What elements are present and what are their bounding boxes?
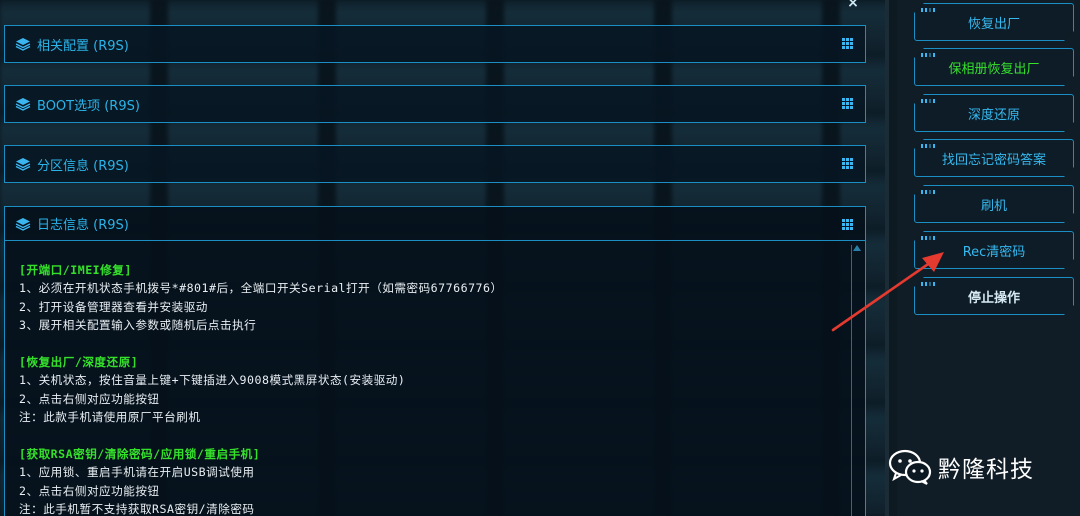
indicator-icon	[921, 144, 935, 148]
button-label: 恢复出厂	[967, 16, 1020, 32]
panel-title: BOOT选项 (R9S)	[37, 98, 140, 114]
log-line: 1、必须在开机状态手机拨号*#801#后，全端口开关Serial打开（如需密码6…	[19, 281, 503, 296]
annotation-arrow-icon	[831, 252, 944, 332]
close-icon[interactable]: ×	[846, 0, 860, 10]
panel-related-config[interactable]: 相关配置 (R9S)	[4, 25, 866, 63]
log-panel: 日志信息 (R9S) [开端口/IMEI修复] 1、必须在开机状态手机拨号*#8…	[4, 206, 866, 516]
button-label: 深度还原	[967, 107, 1020, 123]
button-label: Rec清密码	[962, 244, 1026, 260]
panel-partition-info[interactable]: 分区信息 (R9S)	[4, 145, 866, 183]
log-section-heading: [恢复出厂/深度还原]	[19, 355, 139, 370]
indicator-icon	[921, 53, 935, 57]
log-line: 注：此手机暂不支持获取RSA密钥/清除密码	[19, 502, 255, 516]
keep-photos-reset-button[interactable]: 保相册恢复出厂	[914, 48, 1074, 86]
layers-icon	[15, 98, 31, 111]
log-line: 1、应用锁、重启手机请在开启USB调试使用	[19, 465, 255, 480]
indicator-icon	[921, 99, 935, 103]
grid-icon[interactable]	[842, 219, 855, 230]
log-panel-header[interactable]: 日志信息 (R9S)	[5, 207, 865, 241]
watermark: 黔隆科技	[888, 449, 1034, 485]
log-line: 3、展开相关配置输入参数或随机后点击执行	[19, 318, 257, 333]
button-label: 刷机	[980, 198, 1007, 214]
button-label: 找回忘记密码答案	[941, 152, 1046, 168]
log-section-heading: [获取RSA密钥/清除密码/应用锁/重启手机]	[19, 447, 261, 462]
watermark-text: 黔隆科技	[938, 457, 1034, 483]
log-panel-title: 日志信息 (R9S)	[37, 218, 129, 233]
deep-restore-button[interactable]: 深度还原	[914, 94, 1074, 132]
indicator-icon	[921, 190, 935, 194]
factory-reset-button[interactable]: 恢复出厂	[914, 3, 1074, 41]
indicator-icon	[921, 236, 935, 240]
log-line: 1、关机状态，按住音量上键+下键插进入9008模式黑屏状态(安装驱动)	[19, 373, 406, 388]
grid-icon[interactable]	[842, 158, 855, 169]
flash-button[interactable]: 刷机	[914, 185, 1074, 223]
panel-title: 相关配置 (R9S)	[37, 38, 129, 54]
log-text: [开端口/IMEI修复] 1、必须在开机状态手机拨号*#801#后，全端口开关S…	[19, 261, 845, 516]
log-line: 2、点击右侧对应功能按钮	[19, 483, 160, 498]
log-line: 2、点击右侧对应功能按钮	[19, 391, 160, 406]
layers-icon	[15, 38, 31, 51]
button-label: 保相册恢复出厂	[948, 61, 1040, 77]
grid-icon[interactable]	[842, 98, 855, 109]
grid-icon[interactable]	[842, 38, 855, 49]
recover-password-answer-button[interactable]: 找回忘记密码答案	[914, 139, 1074, 177]
panel-boot-options[interactable]: BOOT选项 (R9S)	[4, 85, 866, 123]
log-line: 2、打开设备管理器查看并安装驱动	[19, 299, 208, 314]
panel-title: 分区信息 (R9S)	[37, 158, 129, 174]
layers-icon	[15, 217, 31, 231]
log-line: 注：此款手机请使用原厂平台刷机	[19, 410, 201, 425]
layers-icon	[15, 158, 31, 171]
indicator-icon	[921, 8, 935, 12]
log-section-heading: [开端口/IMEI修复]	[19, 263, 132, 277]
button-label: 停止操作	[967, 290, 1020, 306]
wechat-icon	[888, 449, 932, 485]
